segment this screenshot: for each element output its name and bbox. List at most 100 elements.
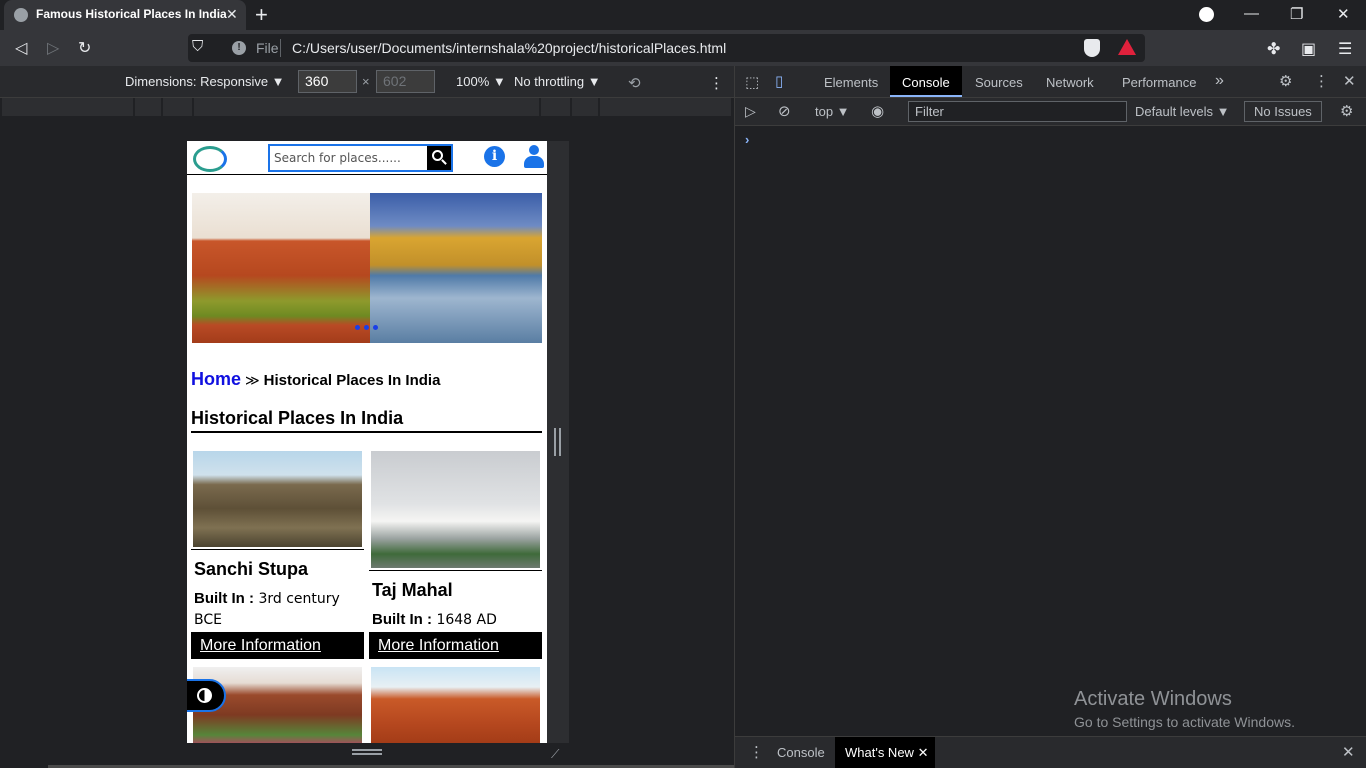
- slider-dot[interactable]: [355, 325, 360, 330]
- more-information-link[interactable]: More Information: [369, 632, 542, 659]
- place-built: Built In : 1648 AD: [372, 611, 497, 628]
- breadcrumb: Home ≫ Historical Places In India: [191, 369, 440, 390]
- devtools-close-icon[interactable]: ✕: [1343, 72, 1356, 90]
- drawer-tab-whats-new[interactable]: What's New ✕: [835, 737, 935, 768]
- profile-menu-icon[interactable]: [1199, 7, 1214, 22]
- tab-network[interactable]: Network: [1037, 66, 1109, 97]
- device-toolbar: Dimensions: Responsive ▼ 360 × 602 100% …: [0, 66, 734, 98]
- forward-icon[interactable]: ▷: [47, 38, 59, 58]
- image-slider[interactable]: [192, 193, 542, 343]
- tab-strip: Famous Historical Places In India ✕ + — …: [0, 0, 1366, 30]
- width-input[interactable]: 360: [298, 70, 357, 93]
- divider: [280, 39, 281, 57]
- page-title: Historical Places In India: [191, 408, 542, 433]
- place-name: Sanchi Stupa: [194, 559, 309, 579]
- resize-handle-corner[interactable]: ⟋: [551, 747, 559, 762]
- extensions-icon[interactable]: ✤: [1267, 39, 1280, 59]
- site-header: i: [187, 141, 547, 175]
- tab-performance[interactable]: Performance: [1113, 66, 1207, 97]
- place-card: Taj Mahal Built In : 1648 AD More Inform…: [369, 450, 542, 660]
- context-selector[interactable]: top ▼: [815, 104, 850, 119]
- console-filter-input[interactable]: [908, 101, 1127, 122]
- settings-gear-icon[interactable]: ⚙: [1279, 72, 1292, 90]
- menu-icon[interactable]: ☰: [1338, 39, 1352, 59]
- window-close-icon[interactable]: ✕: [1337, 5, 1350, 23]
- slider-dot[interactable]: [364, 325, 369, 330]
- resize-handle-right[interactable]: [554, 428, 561, 456]
- info-icon[interactable]: i: [484, 146, 505, 167]
- rotate-icon[interactable]: ⟲: [628, 74, 641, 92]
- media-query-segment[interactable]: [600, 98, 732, 116]
- wallet-icon[interactable]: ▣: [1301, 39, 1316, 59]
- log-levels-dropdown[interactable]: Default levels ▼: [1135, 104, 1230, 119]
- tab-console[interactable]: Console: [890, 66, 962, 97]
- devtools-menu-icon[interactable]: ⋮: [1314, 72, 1329, 90]
- drawer-close-icon[interactable]: ✕: [1342, 743, 1355, 761]
- sidebar-toggle-icon[interactable]: ▷: [745, 103, 756, 120]
- more-information-link[interactable]: More Information: [191, 632, 364, 659]
- watermark-subtitle: Go to Settings to activate Windows.: [1074, 714, 1295, 730]
- more-tabs-icon[interactable]: »: [1215, 66, 1224, 97]
- breadcrumb-home-link[interactable]: Home: [191, 369, 241, 389]
- live-expression-eye-icon[interactable]: ◉: [871, 102, 884, 120]
- clear-console-icon[interactable]: ⊘: [778, 102, 791, 120]
- media-query-segment[interactable]: [194, 98, 540, 116]
- new-tab-button[interactable]: +: [255, 2, 268, 28]
- close-tab-icon[interactable]: ✕: [918, 745, 929, 760]
- breadcrumb-current: Historical Places In India: [263, 372, 441, 389]
- console-settings-icon[interactable]: ⚙: [1340, 102, 1353, 120]
- devtools-panel: ⬚ ▯ Elements Console Sources Network Per…: [734, 66, 1366, 768]
- media-query-segment[interactable]: [541, 98, 571, 116]
- tab-sources[interactable]: Sources: [965, 66, 1035, 97]
- search-input[interactable]: [270, 146, 427, 170]
- height-input[interactable]: 602: [376, 70, 435, 93]
- brave-shields-icon[interactable]: [1084, 39, 1100, 57]
- watermark-title: Activate Windows: [1074, 688, 1232, 710]
- place-image: [371, 667, 540, 743]
- tab-close-icon[interactable]: ✕: [226, 6, 238, 23]
- place-image: [193, 451, 362, 547]
- more-options-icon[interactable]: ⋮: [709, 74, 724, 92]
- restore-icon[interactable]: ❐: [1290, 5, 1303, 23]
- url-scheme: File: [256, 40, 279, 56]
- bookmark-icon[interactable]: ⛉: [192, 38, 203, 55]
- throttling-dropdown[interactable]: No throttling ▼: [514, 74, 601, 89]
- tab-elements[interactable]: Elements: [813, 66, 887, 97]
- zoom-dropdown[interactable]: 100% ▼: [456, 74, 506, 89]
- globe-icon: [14, 8, 28, 22]
- console-prompt[interactable]: ›: [745, 132, 749, 147]
- address-bar[interactable]: ⛉ ! File C:/Users/user/Documents/interns…: [188, 34, 1145, 62]
- drawer-tab-console[interactable]: Console: [767, 737, 833, 768]
- back-icon[interactable]: ◁: [15, 38, 27, 58]
- dimensions-dropdown[interactable]: Dimensions: Responsive ▼: [125, 74, 285, 89]
- media-query-segment[interactable]: [572, 98, 599, 116]
- search-button[interactable]: [427, 146, 451, 170]
- user-icon[interactable]: [524, 145, 544, 169]
- site-logo[interactable]: [193, 146, 227, 172]
- media-query-bar: [0, 98, 734, 116]
- browser-toolbar: ◁ ▷ ↻ ⛉ ! File C:/Users/user/Documents/i…: [0, 30, 1366, 66]
- drawer-menu-icon[interactable]: ⋮: [749, 743, 764, 761]
- contrast-icon: [197, 688, 212, 703]
- slide-image-red-fort: [192, 193, 370, 343]
- brave-rewards-icon[interactable]: [1118, 39, 1136, 55]
- theme-toggle-button[interactable]: [187, 679, 226, 712]
- slider-dot[interactable]: [373, 325, 378, 330]
- browser-tab[interactable]: Famous Historical Places In India ✕: [4, 0, 246, 30]
- minimize-icon[interactable]: —: [1244, 5, 1259, 22]
- device-toggle-icon[interactable]: ▯: [775, 72, 783, 90]
- console-toolbar: ▷ ⊘ top ▼ ◉ Default levels ▼ No Issues ⚙: [735, 98, 1366, 126]
- slide-image-golden-temple: [370, 193, 542, 343]
- url-text[interactable]: C:/Users/user/Documents/internshala%20pr…: [292, 40, 726, 56]
- emulated-page: i Home≫Historical Places In India Histor…: [187, 141, 547, 743]
- site-info-icon[interactable]: !: [232, 41, 246, 55]
- media-query-segment[interactable]: [135, 98, 162, 116]
- devtools-tabbar: ⬚ ▯ Elements Console Sources Network Per…: [735, 66, 1366, 98]
- media-query-segment[interactable]: [2, 98, 134, 116]
- inspect-element-icon[interactable]: ⬚: [745, 73, 759, 91]
- windows-activation-watermark: Activate Windows Go to Settings to activ…: [1074, 688, 1295, 730]
- reload-icon[interactable]: ↻: [78, 38, 91, 58]
- media-query-segment[interactable]: [163, 98, 193, 116]
- resize-handle-bottom[interactable]: [352, 749, 382, 755]
- issues-button[interactable]: No Issues: [1244, 101, 1322, 122]
